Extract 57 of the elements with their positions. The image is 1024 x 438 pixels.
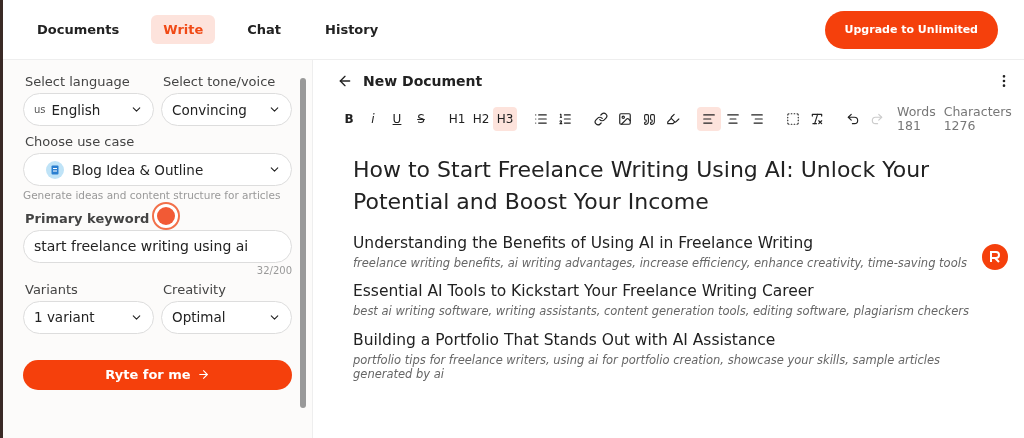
document-title: New Document [363,73,483,89]
assistant-badge-icon[interactable] [982,244,1008,270]
format-button[interactable]: S [409,107,433,131]
document-heading: How to Start Freelance Writing Using AI: Unlock Your Potential and Boost Your Income [353,156,931,216]
quote-icon [642,112,656,126]
nav-tab[interactable]: History [313,15,391,44]
align-left-button[interactable] [697,107,721,131]
section-heading: Understanding the Benefits of Using AI in Freelance Writing [353,233,815,252]
variants-select[interactable]: 1 variant [23,300,154,334]
heading-button[interactable]: H1 [445,107,469,131]
align-center-icon [726,112,740,126]
section-keywords: best ai writing software, writing assistants, content generation tools, editing software, plagiarism checkers [353,304,970,319]
field-label: Choose use case [25,134,136,149]
document-stat: Words 181 [897,104,936,134]
language-select[interactable]: us English [23,93,154,126]
bullet-list-icon [534,112,548,126]
document-icon [46,160,64,179]
use-case-select[interactable]: Blog Idea & Outline [23,153,292,186]
field-label: Creativity [163,281,227,297]
align-right-icon [750,112,764,126]
section-heading: Building a Portfolio That Stands Out with AI Assistance [353,330,777,349]
nav-tab[interactable]: Chat [235,15,294,44]
creativity-select[interactable]: Optimal [161,300,292,334]
image-icon [618,112,632,126]
ryte-button[interactable]: Ryte for me [23,359,292,390]
tone-select[interactable]: Convincing [161,93,292,126]
highlighter-icon [666,112,680,126]
scrollbar-thumb[interactable] [300,78,306,408]
upgrade-button[interactable]: Upgrade to Unlimited [824,10,998,49]
document-stat: Characters 1276 [943,104,1012,134]
nav-tab[interactable]: Documents [25,15,132,44]
back-arrow-icon[interactable] [337,73,353,89]
link-icon [594,112,608,126]
align-left-icon [702,112,716,126]
arrow-right-icon [196,368,210,382]
heading-button[interactable]: H3 [493,107,517,131]
section-keywords: portfolio tips for freelance writers, using ai for portfolio creation, showcase your skills, sample articles generated by ai [353,352,942,382]
undo-icon [846,112,860,126]
section-heading: Essential AI Tools to Kickstart Your Freelance Writing Career [353,282,815,301]
heading-button[interactable]: H2 [469,107,493,131]
field-label: Primary keyword [25,210,150,226]
redo-icon [870,112,884,126]
keyword-field[interactable]: start freelance writing using ai [23,229,292,263]
field-label: Select tone/voice [163,74,277,89]
dashed-square-icon [786,112,800,126]
clear-format-icon [810,112,824,126]
record-dot-icon [152,202,181,231]
format-button[interactable]: B [337,107,361,131]
field-label: Select language [25,74,131,89]
character-count: 32/200 [256,264,292,276]
field-label: Variants [25,281,79,297]
format-button[interactable]: i [361,107,385,131]
use-case-hint: Generate ideas and content structure for articles [23,189,282,203]
numbered-list-icon [558,112,572,126]
flag-code: us [34,104,46,115]
format-button[interactable]: U [385,107,409,131]
section-keywords: freelance writing benefits, ai writing advantages, increase efficiency, enhance creativity, time-saving tools [353,255,968,271]
